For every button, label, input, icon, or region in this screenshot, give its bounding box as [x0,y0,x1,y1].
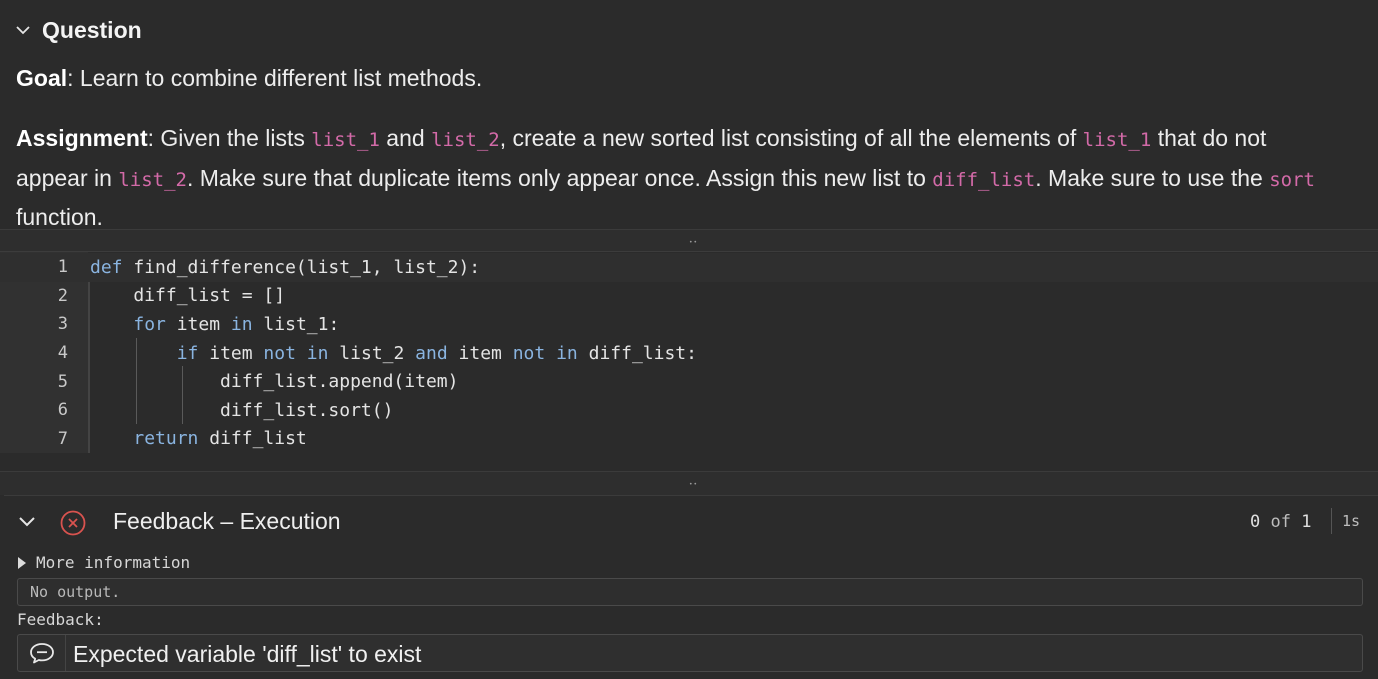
line-number: 2 [57,285,68,306]
output-text: No output. [30,583,121,601]
code-keyword: def [90,256,123,278]
indent-guide [136,338,137,424]
chevron-down-icon [16,26,30,35]
assignment-text: . Make sure that duplicate items only ap… [186,164,933,191]
code-text: diff_list.append(item) [90,371,458,392]
caret-right-icon [18,556,26,569]
total-count: 1 [1301,512,1312,532]
goal-label: Goal [16,65,68,91]
line-number: 7 [57,428,68,449]
code-line[interactable]: 1 def find_difference(list_1, list_2): [0,253,1378,282]
code-token: list_2 [328,342,416,364]
indent-guide [182,366,183,424]
code-token: find_difference(list_1, list_2): [122,256,481,278]
goal-paragraph: Goal: Learn to combine different list me… [16,60,1338,98]
code-token: diff_list.append(item) [90,371,459,393]
message-icon-container [18,635,66,671]
code-token: diff_list = [] [90,285,286,307]
count-of: of [1270,512,1291,532]
code-line[interactable]: 3 for item in list_1: [0,310,1378,339]
output-box: No output. [17,578,1363,606]
assignment-text: function. [16,204,103,230]
code-token: item [165,313,231,335]
question-title: Question [42,16,142,43]
code-text: diff_list = [] [90,285,285,306]
code-keyword: for [133,313,166,335]
code-token: list_1: [252,313,340,335]
assignment-label: Assignment [16,125,148,151]
code-token: item [198,342,264,364]
code-text: for item in list_1: [90,314,339,335]
line-number: 4 [57,343,68,364]
assignment-text: . Make sure to use the [1035,164,1270,191]
code-keyword: in [306,342,329,364]
inline-code: diff_list [932,168,1036,191]
error-circle-icon [60,510,86,536]
test-count: 0 of 1 [1250,512,1311,532]
inline-code: sort [1269,168,1315,191]
line-number: 5 [57,371,68,392]
more-information-toggle[interactable]: More information [18,553,190,572]
feedback-message: Expected variable 'diff_list' to exist [17,634,1363,672]
inline-code: list_1 [311,129,380,151]
inline-code: list_1 [1082,129,1152,151]
code-keyword: in [230,313,253,335]
code-keyword: and [415,342,448,364]
code-keyword: if [176,342,199,364]
passed-count: 0 [1250,512,1261,532]
execution-time: 1s [1342,512,1361,530]
feedback-message-text: Expected variable 'diff_list' to exist [73,641,422,667]
panel-splitter-top[interactable]: •• [0,229,1378,251]
code-text: def find_difference(list_1, list_2): [90,257,480,278]
code-line[interactable]: 5 diff_list.append(item) [0,367,1378,396]
code-line[interactable]: 7 return diff_list [0,425,1378,454]
feedback-label: Feedback: [17,610,104,629]
feedback-title[interactable]: Feedback – Execution [113,508,341,535]
question-header[interactable]: Question [14,14,142,46]
code-line[interactable]: 4 if item not in list_2 and item not in … [0,339,1378,368]
line-number: 3 [57,314,68,335]
code-line[interactable]: 6 diff_list.sort() [0,396,1378,425]
line-number: 6 [57,400,68,421]
code-editor[interactable]: 1 def find_difference(list_1, list_2): 2 d… [0,251,1378,454]
goal-text: : Learn to combine different list method… [67,65,483,91]
code-token: diff_list [198,428,307,450]
more-information-label: More information [36,553,191,572]
code-line[interactable]: 2 diff_list = [] [0,282,1378,311]
assignment-text: , create a new sorted list consisting of… [499,125,1083,151]
drag-handle-icon: •• [689,239,699,246]
assignment-paragraph: Assignment: Given the lists list_1 and l… [16,120,1338,237]
panel-splitter-bottom[interactable]: •• [0,471,1378,495]
inline-code: list_2 [431,129,500,151]
assignment-text: and [379,125,432,151]
code-token: item [447,342,513,364]
code-keyword: not [263,342,296,364]
chevron-down-icon[interactable] [16,513,38,531]
code-keyword: in [556,342,578,364]
line-number: 1 [57,257,68,278]
code-token: diff_list: [577,342,697,364]
code-keyword: not [512,342,546,364]
chat-bubble-icon [30,643,54,664]
inline-code: list_2 [118,168,187,191]
code-text: return diff_list [90,428,307,450]
assignment-text: : Given the lists [147,125,312,151]
drag-handle-icon: •• [689,481,699,488]
divider [1331,508,1332,534]
code-text: if item not in list_2 and item not in di… [90,343,697,364]
code-keyword: return [133,428,199,450]
